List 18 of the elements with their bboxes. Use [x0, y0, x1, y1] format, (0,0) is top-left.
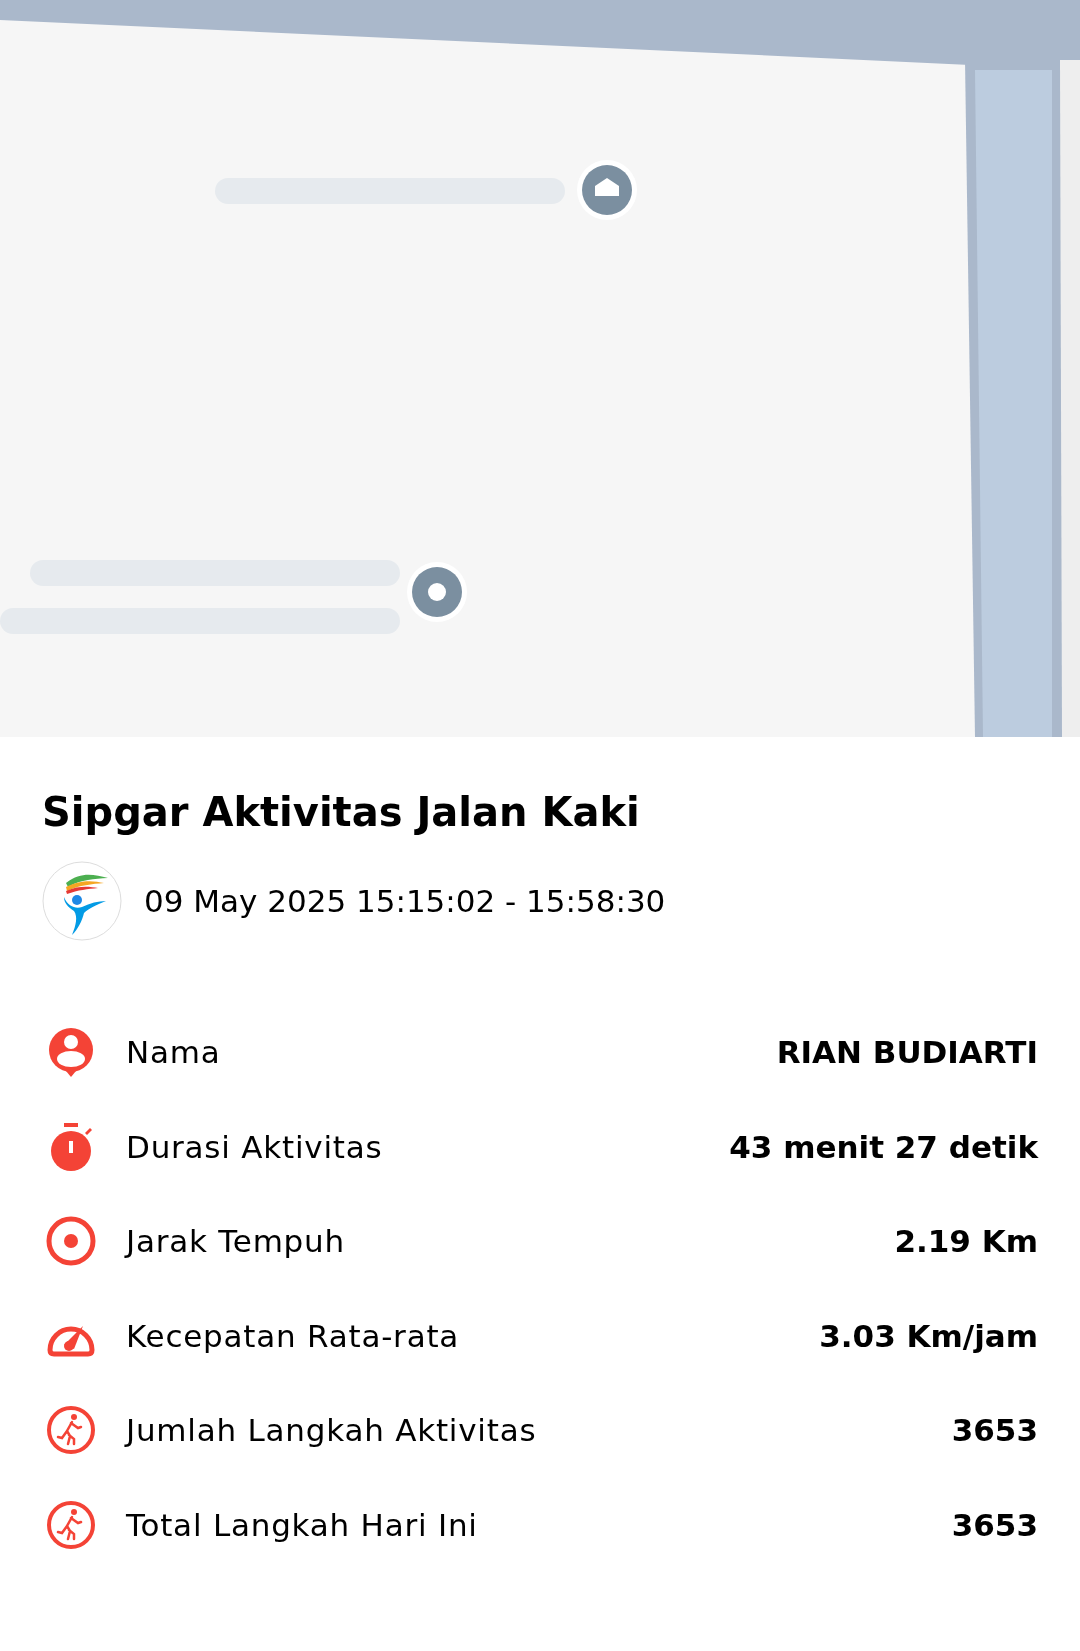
- field-label: Jumlah Langkah Aktivitas: [126, 1411, 537, 1450]
- field-value: 3653: [951, 1411, 1038, 1450]
- walking-person-icon: [45, 1498, 97, 1551]
- walking-person-icon: [45, 1404, 97, 1457]
- field-value: 3.03 Km/jam: [819, 1316, 1038, 1356]
- field-label: Durasi Aktivitas: [126, 1127, 383, 1167]
- field-label: Kecepatan Rata-rata: [126, 1316, 460, 1356]
- field-value: 2.19 Km: [894, 1222, 1038, 1261]
- field-label: Nama: [126, 1033, 221, 1072]
- target-icon: [45, 1215, 97, 1268]
- field-value: RIAN BUDIARTI: [776, 1033, 1038, 1072]
- field-value: 43 menit 27 detik: [729, 1127, 1038, 1167]
- logo-icon: [42, 861, 122, 941]
- activity-title: Sipgar Aktivitas Jalan Kaki: [42, 788, 641, 837]
- field-value: 3653: [951, 1505, 1038, 1545]
- activity-datetime: 09 May 2025 15:15:02 - 15:58:30: [144, 881, 666, 921]
- field-label: Total Langkah Hari Ini: [126, 1505, 478, 1545]
- field-label: Jarak Tempuh: [126, 1222, 345, 1261]
